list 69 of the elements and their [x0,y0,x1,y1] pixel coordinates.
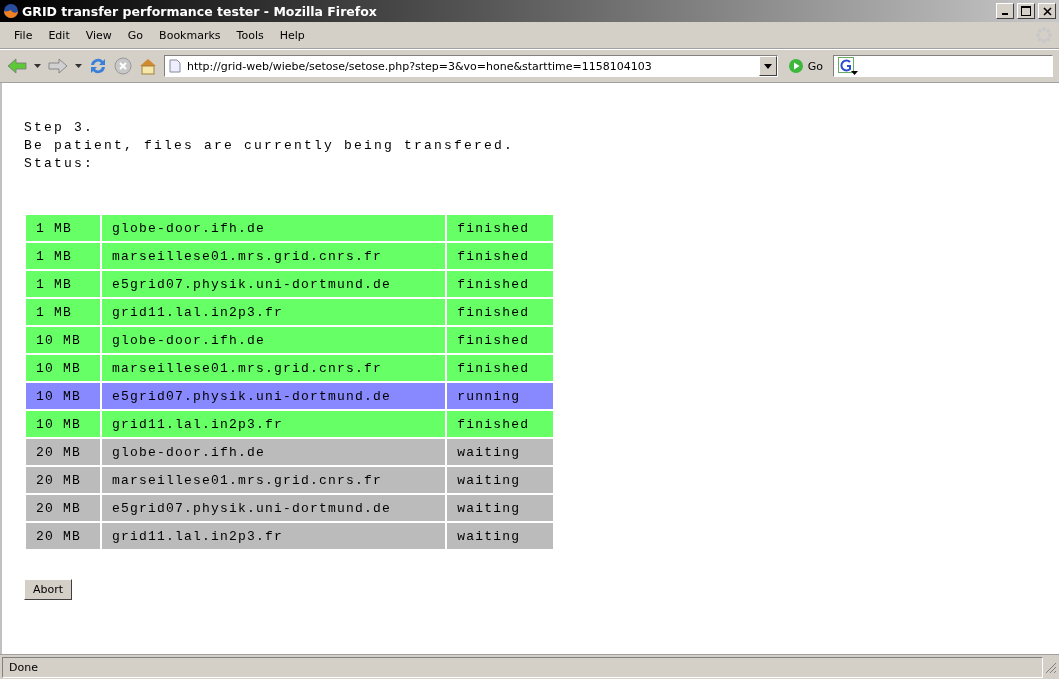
page-text: Be patient, files are currently being transfered. [24,137,516,155]
menu-item[interactable]: File [6,26,41,44]
resize-grip-icon[interactable] [1043,660,1057,674]
table-cell: 20 MB [26,467,100,493]
play-icon [787,58,804,74]
table-cell: 20 MB [26,523,100,549]
dropdown-button[interactable] [758,56,777,76]
table-cell: finished [447,355,553,381]
table-cell: globe-door.ifh.de [102,439,446,465]
maximize-icon [1021,6,1031,16]
firefox-logo-icon [3,3,19,19]
table-cell: 1 MB [26,243,100,269]
reload-icon[interactable] [88,56,108,76]
table-cell: finished [447,411,553,437]
menu-item[interactable]: View [77,26,120,44]
table-cell: 10 MB [26,327,100,353]
maximize-button[interactable] [1017,3,1035,19]
table-cell: grid11.lal.in2p3.fr [102,299,446,325]
table-cell: finished [447,243,553,269]
table-cell: globe-door.ifh.de [102,327,446,353]
table-cell: running [447,383,553,409]
search-engine-icon[interactable] [838,57,858,75]
table-cell: waiting [447,439,553,465]
window-title: GRID transfer performance tester - Mozilla Firefox [22,3,378,19]
menu-item[interactable]: Go [119,26,152,44]
status-text: Done [2,656,1043,678]
table-cell: e5grid07.physik.uni-dortmund.de [102,495,446,521]
table-cell: grid11.lal.in2p3.fr [102,523,446,549]
home-icon[interactable] [138,57,158,75]
table-cell: e5grid07.physik.uni-dortmund.de [102,383,446,409]
table-cell: marseillese01.mrs.grid.cnrs.fr [102,243,446,269]
table-cell: 20 MB [26,495,100,521]
menu-item[interactable]: Bookmarks [151,26,229,44]
table-cell: waiting [447,523,553,549]
table-cell: 10 MB [26,355,100,381]
stop-icon[interactable] [114,57,132,75]
minimize-button[interactable] [996,3,1014,19]
go-button[interactable]: Go [783,58,827,74]
page-icon [169,59,181,73]
table-cell: 1 MB [26,215,100,241]
table-cell: marseillese01.mrs.grid.cnrs.fr [102,355,446,381]
table-cell: grid11.lal.in2p3.fr [102,411,446,437]
caret-icon[interactable] [34,64,41,68]
table-cell: finished [447,215,553,241]
table-cell: globe-door.ifh.de [102,215,446,241]
search-field[interactable] [833,55,1053,77]
table-cell: 10 MB [26,383,100,409]
close-icon [1042,6,1052,16]
menu-item[interactable]: Tools [228,26,272,44]
table-cell: 1 MB [26,271,100,297]
table-cell: marseillese01.mrs.grid.cnrs.fr [102,467,446,493]
close-button[interactable] [1038,3,1056,19]
table-cell: 20 MB [26,439,100,465]
table-cell: 1 MB [26,299,100,325]
caret-icon [763,63,772,69]
address-field[interactable]: http://grid-web/wiebe/setose/setose.php?step=3&vo=hone&starttime=1158104103 [164,55,778,77]
menu-item[interactable]: Edit [40,26,78,44]
table-cell: e5grid07.physik.uni-dortmund.de [102,271,446,297]
table-cell: finished [447,271,553,297]
table-cell: 10 MB [26,411,100,437]
abort-button[interactable]: Abort [24,579,73,600]
menu-item[interactable]: Help [271,26,313,44]
caret-icon[interactable] [75,64,82,68]
page-text: Step 3. [24,119,95,137]
table-cell: waiting [447,495,553,521]
table-cell: finished [447,299,553,325]
table-cell: finished [447,327,553,353]
page-text: Status: [24,155,95,173]
table-cell: waiting [447,467,553,493]
